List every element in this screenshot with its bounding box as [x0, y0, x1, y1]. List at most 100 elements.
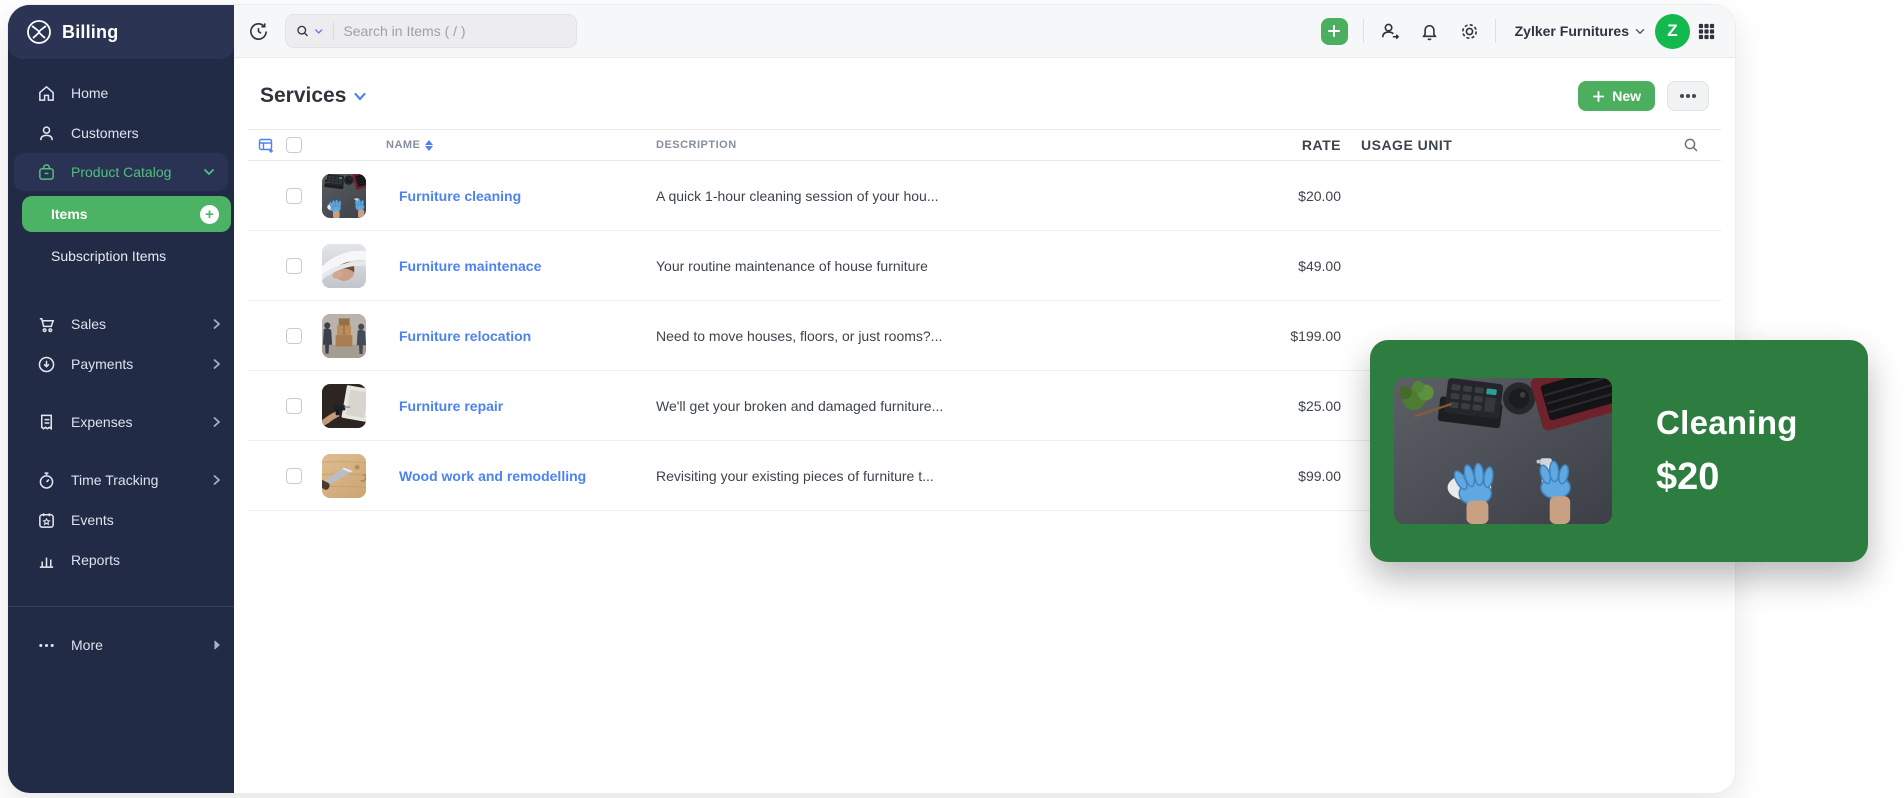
row-checkbox[interactable] [286, 188, 302, 204]
bar-chart-icon [37, 551, 56, 570]
table-row[interactable]: Furniture maintenace Your routine mainte… [248, 231, 1721, 301]
chevron-down-icon[interactable] [315, 28, 322, 35]
item-description: Revisiting your existing pieces of furni… [656, 468, 1231, 484]
chevron-right-icon [213, 640, 220, 650]
sidebar-item-label: Expenses [71, 414, 132, 430]
avatar-letter: Z [1667, 21, 1677, 41]
sidebar-nav: Home Customers Product Catalog Items + S… [8, 59, 234, 793]
sidebar: Billing Home Customers Product Catalog I… [8, 5, 234, 793]
row-checkbox[interactable] [286, 468, 302, 484]
chevron-right-icon [213, 417, 220, 427]
table-search-icon[interactable] [1683, 137, 1699, 153]
promo-title: Cleaning [1656, 404, 1798, 442]
select-all-checkbox[interactable] [286, 137, 302, 153]
table-row[interactable]: Furniture cleaning A quick 1-hour cleani… [248, 161, 1721, 231]
item-rate: $49.00 [1231, 258, 1341, 274]
quick-create-button[interactable] [1321, 18, 1348, 45]
sidebar-item-more[interactable]: More [8, 625, 234, 665]
item-rate: $20.00 [1231, 188, 1341, 204]
sidebar-item-product-catalog[interactable]: Product Catalog [14, 153, 228, 191]
item-name-link[interactable]: Furniture cleaning [386, 188, 656, 204]
row-checkbox[interactable] [286, 258, 302, 274]
sidebar-item-expenses[interactable]: Expenses [8, 402, 234, 442]
sidebar-divider [8, 606, 234, 607]
column-header-usage-unit: USAGE UNIT [1341, 137, 1501, 153]
promo-card: Cleaning $20 [1370, 340, 1868, 562]
topbar-divider [1363, 19, 1364, 43]
chevron-right-icon [213, 319, 220, 329]
sidebar-item-label: Events [71, 512, 114, 528]
search-divider [333, 22, 334, 40]
sidebar-item-label: Customers [71, 125, 139, 141]
item-description: Your routine maintenance of house furnit… [656, 258, 1231, 274]
column-header-rate: RATE [1231, 137, 1341, 153]
billing-logo-icon [26, 19, 52, 45]
cart-icon [37, 315, 56, 334]
org-name: Zylker Furnitures [1515, 23, 1629, 39]
sidebar-item-label: Time Tracking [71, 472, 158, 488]
promo-photo-cleaning [1394, 378, 1612, 524]
sidebar-item-home[interactable]: Home [8, 73, 234, 113]
invite-users-icon[interactable] [1379, 21, 1400, 42]
item-name-link[interactable]: Furniture relocation [386, 328, 656, 344]
sort-desc-icon [425, 146, 433, 151]
home-icon [37, 84, 56, 103]
sidebar-item-payments[interactable]: Payments [8, 344, 234, 384]
more-actions-button[interactable] [1667, 81, 1709, 111]
sidebar-item-label: Product Catalog [71, 164, 171, 180]
item-name-link[interactable]: Wood work and remodelling [386, 468, 656, 484]
sidebar-item-label: Payments [71, 356, 133, 372]
new-item-button[interactable]: New [1578, 81, 1655, 111]
recent-history-icon[interactable] [248, 21, 269, 42]
ellipsis-icon [1679, 93, 1697, 99]
column-header-description: DESCRIPTION [656, 139, 1231, 151]
search-icon [296, 23, 309, 39]
page-title-dropdown[interactable]: Services [260, 84, 366, 108]
sidebar-item-events[interactable]: Events [8, 500, 234, 540]
plus-icon [1592, 90, 1605, 103]
sidebar-item-time-tracking[interactable]: Time Tracking [8, 460, 234, 500]
item-thumbnail-repair [322, 384, 366, 428]
app-logo[interactable]: Billing [8, 5, 234, 59]
settings-gear-icon[interactable] [1459, 21, 1480, 42]
sidebar-item-sales[interactable]: Sales [8, 304, 234, 344]
item-name-link[interactable]: Furniture repair [386, 398, 656, 414]
chevron-right-icon [213, 359, 220, 369]
add-item-icon[interactable]: + [200, 205, 219, 224]
column-header-name[interactable]: NAME [386, 139, 656, 151]
row-checkbox[interactable] [286, 328, 302, 344]
notifications-bell-icon[interactable] [1419, 21, 1440, 42]
sidebar-item-subscription-items[interactable]: Subscription Items [8, 236, 234, 276]
ellipsis-icon [37, 636, 56, 655]
item-thumbnail-cleaning [322, 174, 366, 218]
item-rate: $99.00 [1231, 468, 1341, 484]
search-input[interactable] [343, 23, 566, 39]
item-rate: $25.00 [1231, 398, 1341, 414]
user-icon [37, 124, 56, 143]
calendar-icon [37, 511, 56, 530]
sidebar-item-label: Subscription Items [51, 248, 166, 264]
sidebar-item-items[interactable]: Items + [22, 196, 231, 232]
customize-columns-icon[interactable] [258, 137, 275, 154]
apps-grid-icon[interactable] [1696, 21, 1717, 42]
sidebar-item-label: Items [51, 206, 88, 222]
item-name-link[interactable]: Furniture maintenace [386, 258, 656, 274]
sidebar-item-reports[interactable]: Reports [8, 540, 234, 580]
org-switcher[interactable]: Zylker Furnitures [1515, 23, 1645, 39]
user-avatar[interactable]: Z [1655, 14, 1690, 49]
item-thumbnail-woodwork [322, 454, 366, 498]
item-rate: $199.00 [1231, 328, 1341, 344]
sidebar-item-customers[interactable]: Customers [8, 113, 234, 153]
name-column-label: NAME [386, 139, 420, 151]
global-search[interactable] [285, 14, 577, 48]
stopwatch-icon [37, 471, 56, 490]
row-checkbox[interactable] [286, 398, 302, 414]
chevron-down-icon [1635, 28, 1645, 35]
item-thumbnail-maintenance [322, 244, 366, 288]
sort-icons [425, 140, 433, 151]
sort-asc-icon [425, 140, 433, 145]
app-title: Billing [62, 22, 118, 43]
chevron-down-icon [204, 168, 214, 176]
sidebar-item-label: More [71, 637, 103, 653]
chevron-right-icon [213, 475, 220, 485]
